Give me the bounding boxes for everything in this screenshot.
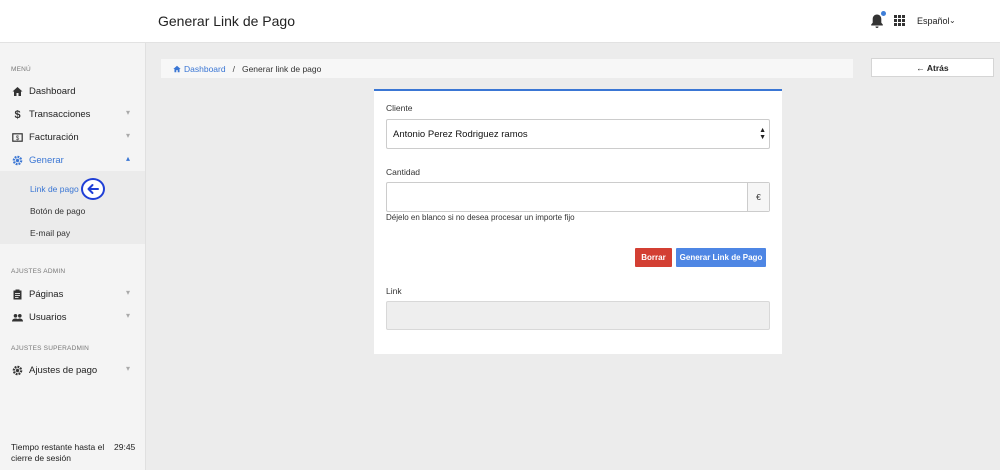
gear-icon xyxy=(12,155,23,166)
sidebar-item-generar[interactable]: Generar ▴ xyxy=(0,149,145,171)
sidebar-item-facturacion[interactable]: $ Facturación ▾ xyxy=(0,126,145,148)
clipboard-icon xyxy=(13,289,22,300)
sidebar-item-label: Facturación xyxy=(29,132,79,143)
sidebar-item-label: Páginas xyxy=(29,289,64,300)
payment-link-form: Cliente Antonio Perez Rodriguez ramos ▲ ▼… xyxy=(374,89,782,354)
sidebar-item-usuarios[interactable]: Usuarios ▾ xyxy=(0,306,145,328)
superadmin-section-label: AJUSTES SUPERADMIN xyxy=(11,345,90,352)
breadcrumb-home[interactable]: Dashboard xyxy=(173,64,226,74)
sidebar-item-label: Transacciones xyxy=(29,109,91,120)
sidebar-item-label: Generar xyxy=(29,155,64,166)
arrow-left-annotation-icon xyxy=(81,178,105,200)
chevron-up-icon: ▴ xyxy=(126,154,131,163)
select-arrows-icon: ▲ ▼ xyxy=(759,127,766,141)
sidebar-item-ajustes-de-pago[interactable]: Ajustes de pago ▾ xyxy=(0,359,145,381)
client-selected-value: Antonio Perez Rodriguez ramos xyxy=(393,129,528,140)
home-icon xyxy=(173,65,181,72)
menu-section-label: MENÚ xyxy=(11,66,31,73)
invoice-icon: $ xyxy=(12,133,23,142)
submenu-item-link-de-pago[interactable]: Link de pago xyxy=(30,184,79,194)
top-bar: Generar Link de Pago Español ⌄ xyxy=(0,0,1000,43)
amount-input[interactable]: € xyxy=(386,182,770,212)
sidebar-item-paginas[interactable]: Páginas ▾ xyxy=(0,283,145,305)
client-label: Cliente xyxy=(386,103,413,113)
currency-addon: € xyxy=(747,183,769,211)
client-select[interactable]: Antonio Perez Rodriguez ramos ▲ ▼ xyxy=(386,119,770,149)
breadcrumb: Dashboard / Generar link de pago xyxy=(161,59,853,78)
sidebar-item-label: Ajustes de pago xyxy=(29,365,98,376)
gear-icon xyxy=(12,365,23,376)
breadcrumb-current: Generar link de pago xyxy=(241,63,322,74)
admin-section-label: AJUSTES ADMIN xyxy=(11,268,66,275)
dollar-icon: $ xyxy=(14,108,21,121)
chevron-down-icon: ▾ xyxy=(126,131,131,140)
language-selector[interactable]: Español xyxy=(917,16,950,26)
sidebar-item-dashboard[interactable]: Dashboard xyxy=(0,80,145,102)
notification-dot xyxy=(881,11,886,16)
breadcrumb-separator: / xyxy=(232,63,235,74)
chevron-down-icon: ▾ xyxy=(126,364,131,373)
amount-hint: Déjelo en blanco si no desea procesar un… xyxy=(386,213,575,222)
chevron-down-icon: ▾ xyxy=(126,288,131,297)
session-text: Tiempo restante hasta el cierre de sesió… xyxy=(11,442,105,463)
chevron-down-icon: ▾ xyxy=(126,311,131,320)
amount-label: Cantidad xyxy=(386,167,421,177)
sidebar-item-label: Dashboard xyxy=(29,86,76,97)
page-title: Generar Link de Pago xyxy=(158,13,295,29)
link-output-field[interactable] xyxy=(386,301,770,330)
session-timer: 29:45 xyxy=(114,442,136,452)
clear-button[interactable]: Borrar xyxy=(635,248,672,267)
users-icon xyxy=(12,314,23,322)
back-button[interactable]: ← Atrás xyxy=(871,58,994,77)
sidebar-item-transacciones[interactable]: $ Transacciones ▾ xyxy=(0,103,145,125)
link-label: Link xyxy=(386,286,402,296)
sidebar: MENÚ Dashboard $ Transacciones ▾ $ Factu… xyxy=(0,43,146,470)
chevron-down-icon: ▾ xyxy=(126,108,131,117)
sidebar-item-label: Usuarios xyxy=(29,312,67,323)
chevron-down-icon[interactable]: ⌄ xyxy=(949,16,956,25)
home-icon xyxy=(12,87,23,96)
submenu-item-email-pay[interactable]: E-mail pay xyxy=(30,228,70,238)
submenu-item-boton-de-pago[interactable]: Botón de pago xyxy=(30,206,85,216)
breadcrumb-home-label: Dashboard xyxy=(184,63,226,74)
apps-grid-icon[interactable] xyxy=(894,15,905,26)
generate-link-button[interactable]: Generar Link de Pago xyxy=(676,248,766,267)
